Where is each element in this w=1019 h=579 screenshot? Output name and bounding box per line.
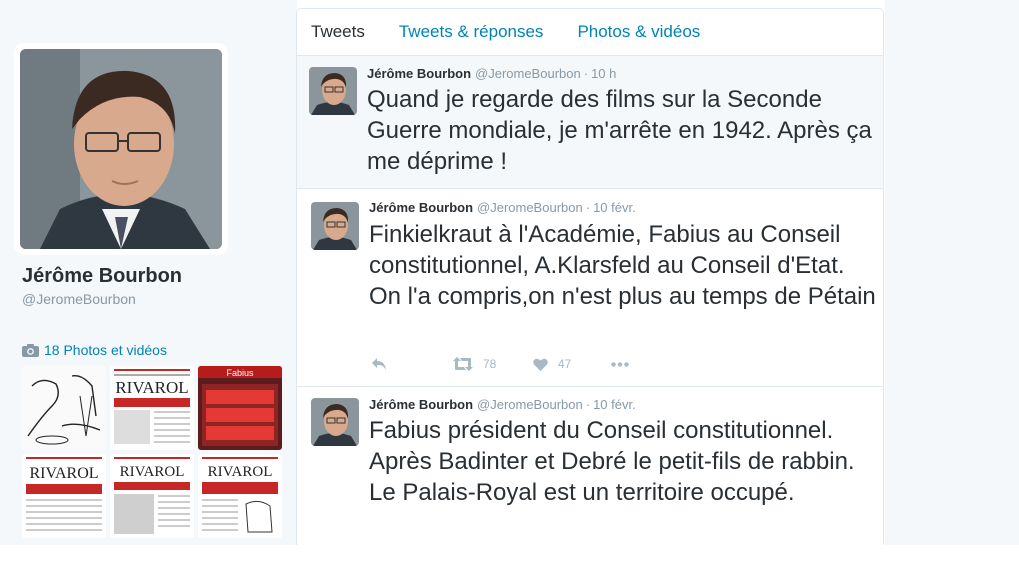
tweet-avatar[interactable]: [309, 67, 357, 115]
tweet-author-handle[interactable]: @JeromeBourbon: [477, 200, 583, 215]
retweet-icon: [453, 357, 473, 371]
thumbnail-masthead: RIVAROL: [115, 378, 188, 397]
tweet-author-handle[interactable]: @JeromeBourbon: [477, 397, 583, 412]
timeline-tabs: Tweets Tweets & réponses Photos & vidéos: [297, 9, 883, 56]
profile-handle[interactable]: @JeromeBourbon: [22, 291, 136, 307]
thumbnail-masthead: Fabius: [226, 368, 254, 378]
tweet-text: Finkielkraut à l'Académie, Fabius au Con…: [369, 221, 876, 310]
tweet-timestamp[interactable]: 10 févr.: [593, 397, 636, 412]
reply-button[interactable]: [371, 357, 453, 371]
tweet-header: Jérôme Bourbon @JeromeBourbon · 10 h: [367, 66, 616, 81]
tweet-author-name[interactable]: Jérôme Bourbon: [369, 397, 473, 412]
more-icon: [611, 361, 629, 367]
tweet-author-name[interactable]: Jérôme Bourbon: [369, 200, 473, 215]
reply-icon: [372, 358, 386, 370]
photos-videos-label: 18 Photos et vidéos: [44, 342, 167, 358]
media-thumbnail[interactable]: RIVAROL: [110, 454, 194, 538]
media-thumbnail[interactable]: Fabius: [198, 366, 282, 450]
tweet-header: Jérôme Bourbon @JeromeBourbon · 10 févr.: [369, 200, 636, 215]
tab-photos-videos[interactable]: Photos & vidéos: [577, 22, 700, 42]
tweet[interactable]: Jérôme Bourbon @JeromeBourbon · 10 h Quand …: [297, 56, 883, 189]
tweet-timestamp[interactable]: 10 févr.: [593, 200, 636, 215]
tweet-author-handle[interactable]: @JeromeBourbon: [475, 66, 581, 81]
media-grid: RIVAROL Fabius RIVAROL RIVAROL RIVAROL: [22, 366, 284, 540]
like-button[interactable]: 47: [533, 357, 611, 371]
tweet[interactable]: Jérôme Bourbon @JeromeBourbon · 10 févr. Fi…: [297, 189, 883, 387]
tab-tweets-replies[interactable]: Tweets & réponses: [399, 22, 544, 42]
profile-avatar[interactable]: [20, 49, 222, 249]
thumbnail-masthead: RIVAROL: [120, 464, 185, 480]
bottom-strip: [0, 545, 1019, 579]
retweet-button[interactable]: 78: [453, 357, 533, 371]
media-thumbnail[interactable]: RIVAROL: [110, 366, 194, 450]
tweet-avatar[interactable]: [311, 202, 359, 250]
media-thumbnail[interactable]: RIVAROL: [198, 454, 282, 538]
tweet-actions: 78 47: [371, 357, 629, 371]
tweet-header: Jérôme Bourbon @JeromeBourbon · 10 févr.: [369, 397, 636, 412]
tweet-avatar[interactable]: [311, 398, 359, 446]
timeline: Tweets Tweets & réponses Photos & vidéos…: [296, 8, 884, 548]
thumbnail-masthead: RIVAROL: [208, 464, 273, 480]
tweet[interactable]: Jérôme Bourbon @JeromeBourbon · 10 févr. Fa…: [297, 387, 883, 547]
camera-icon: [22, 343, 39, 357]
retweet-count: 78: [483, 357, 497, 371]
tweet-author-name[interactable]: Jérôme Bourbon: [367, 66, 471, 81]
right-gutter: [885, 0, 1019, 579]
heart-icon: [533, 358, 548, 371]
separator-dot: ·: [585, 200, 591, 215]
separator-dot: ·: [583, 66, 589, 81]
like-count: 47: [558, 357, 572, 371]
media-thumbnail[interactable]: [22, 366, 106, 450]
more-options-button[interactable]: [611, 361, 629, 367]
profile-name[interactable]: Jérôme Bourbon: [22, 265, 182, 288]
tweet-text: Quand je regarde des films sur la Second…: [367, 86, 872, 175]
separator-dot: ·: [585, 397, 591, 412]
tweet-text: Fabius président du Conseil constitution…: [369, 417, 855, 506]
tweet-timestamp[interactable]: 10 h: [591, 66, 616, 81]
media-thumbnail[interactable]: RIVAROL: [22, 454, 106, 538]
profile-avatar-frame: [14, 43, 228, 255]
photos-videos-link[interactable]: 18 Photos et vidéos: [22, 342, 167, 358]
thumbnail-masthead: RIVAROL: [29, 465, 98, 482]
tab-tweets[interactable]: Tweets: [311, 22, 365, 42]
